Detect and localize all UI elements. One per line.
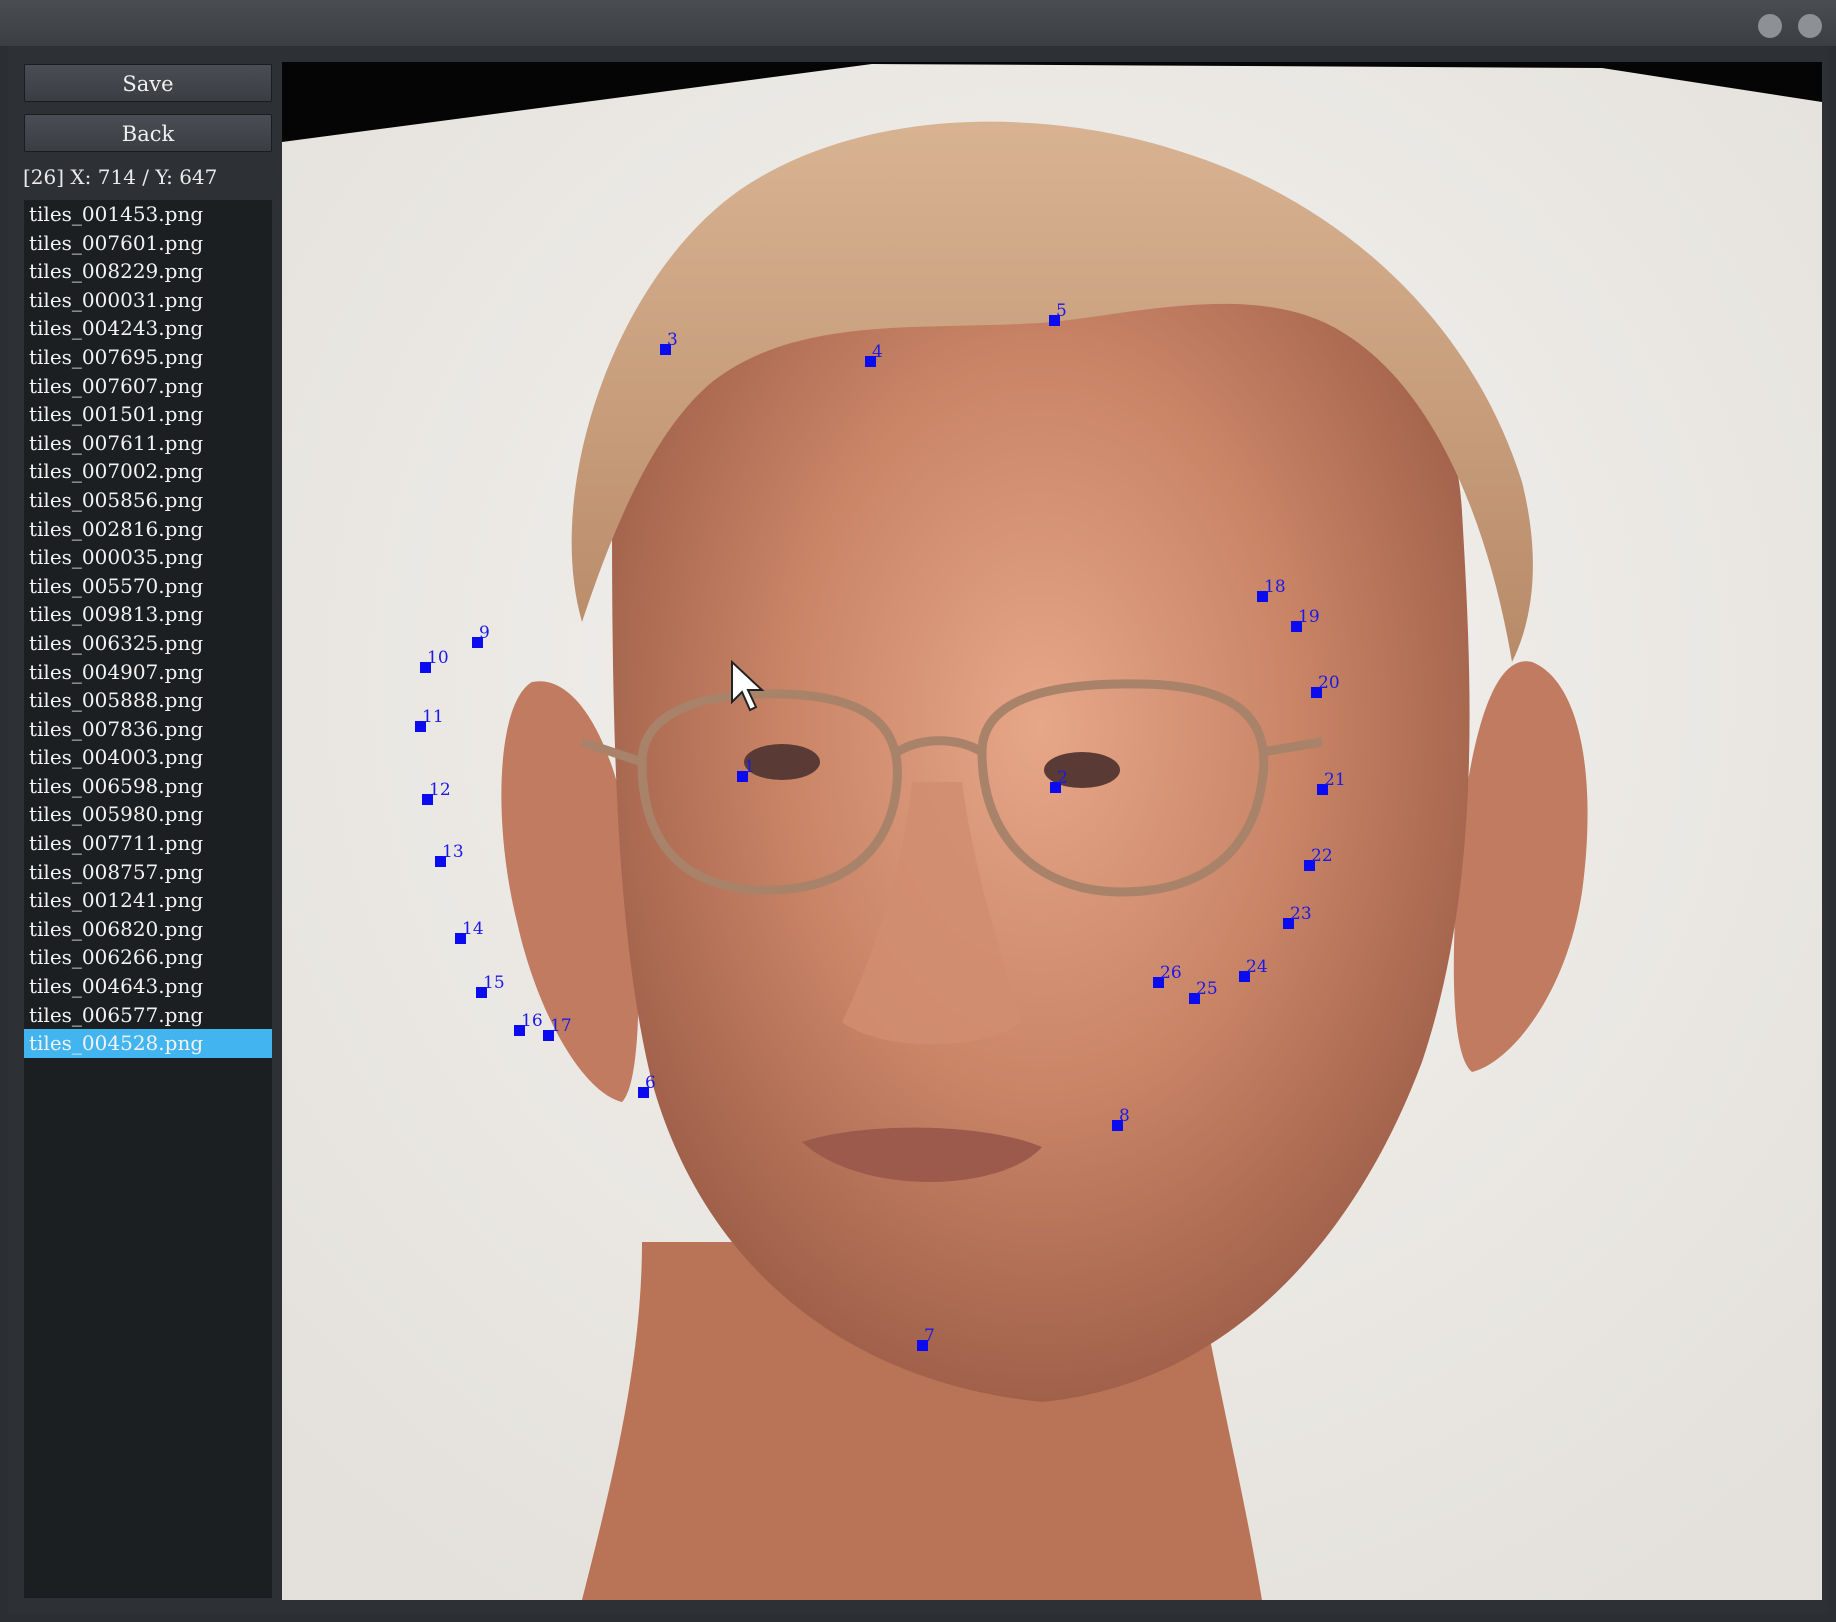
landmark-label: 15 xyxy=(483,973,505,993)
landmark-label: 10 xyxy=(427,648,449,668)
landmark-label: 20 xyxy=(1318,673,1340,693)
file-list-item[interactable]: tiles_009813.png xyxy=(24,600,272,629)
file-list-item[interactable]: tiles_000035.png xyxy=(24,543,272,572)
landmark-label: 11 xyxy=(422,707,444,727)
landmark-label: 13 xyxy=(442,842,464,862)
landmark-label: 3 xyxy=(667,330,678,350)
landmark-label: 19 xyxy=(1298,607,1320,627)
file-list-item[interactable]: tiles_005980.png xyxy=(24,800,272,829)
window-titlebar xyxy=(0,0,1836,46)
left-eye xyxy=(744,744,820,780)
file-list-item[interactable]: tiles_008757.png xyxy=(24,858,272,887)
file-list-item[interactable]: tiles_008229.png xyxy=(24,257,272,286)
file-list-item[interactable]: tiles_006598.png xyxy=(24,772,272,801)
landmark-label: 12 xyxy=(429,780,451,800)
landmark-label: 5 xyxy=(1056,301,1067,321)
file-list-item[interactable]: tiles_005888.png xyxy=(24,686,272,715)
file-list-item[interactable]: tiles_001501.png xyxy=(24,400,272,429)
file-list-item[interactable]: tiles_006266.png xyxy=(24,943,272,972)
landmark-label: 22 xyxy=(1311,846,1333,866)
file-list-item[interactable]: tiles_007607.png xyxy=(24,372,272,401)
landmark-label: 2 xyxy=(1057,768,1068,788)
landmark-label: 4 xyxy=(872,342,883,362)
file-list-item[interactable]: tiles_000031.png xyxy=(24,286,272,315)
file-list-item[interactable]: tiles_002816.png xyxy=(24,515,272,544)
save-button[interactable]: Save xyxy=(24,64,272,102)
image-viewer[interactable]: 1 2 3 4 5 6 7 8 9 10 11 12 13 14 15 16 17 18 19 20 21 22 23 24 2… xyxy=(282,62,1822,1600)
landmark-label: 18 xyxy=(1264,577,1286,597)
coordinate-readout: [26] X: 714 / Y: 647 xyxy=(23,165,218,189)
minimize-button[interactable] xyxy=(1758,14,1782,38)
landmark-label: 25 xyxy=(1196,979,1218,999)
landmark-label: 21 xyxy=(1324,770,1346,790)
landmark-label: 14 xyxy=(462,919,484,939)
landmark-label: 8 xyxy=(1119,1106,1130,1126)
file-list-item[interactable]: tiles_001453.png xyxy=(24,200,272,229)
file-list-item[interactable]: tiles_004528.png xyxy=(24,1029,272,1058)
file-list-item[interactable]: tiles_007601.png xyxy=(24,229,272,258)
landmark-label: 1 xyxy=(744,757,755,777)
file-list-item[interactable]: tiles_005570.png xyxy=(24,572,272,601)
file-list-item[interactable]: tiles_007836.png xyxy=(24,715,272,744)
landmark-label: 26 xyxy=(1160,963,1182,983)
landmark-label: 9 xyxy=(479,623,490,643)
close-button[interactable] xyxy=(1798,14,1822,38)
file-list-item[interactable]: tiles_004243.png xyxy=(24,314,272,343)
landmark-label: 16 xyxy=(521,1011,543,1031)
landmark-label: 6 xyxy=(645,1073,656,1093)
landmark-label: 24 xyxy=(1246,957,1268,977)
file-list-item[interactable]: tiles_006820.png xyxy=(24,915,272,944)
portrait-canvas[interactable]: 12345678910111213141516 17181920212223242… xyxy=(282,62,1822,1600)
landmark-label: 23 xyxy=(1290,904,1312,924)
file-list-item[interactable]: tiles_006577.png xyxy=(24,1001,272,1030)
file-list-item[interactable]: tiles_007711.png xyxy=(24,829,272,858)
file-list-item[interactable]: tiles_007695.png xyxy=(24,343,272,372)
file-list[interactable]: tiles_001453.png tiles_007601.png tiles_00… xyxy=(24,200,272,1598)
file-list-item[interactable]: tiles_001241.png xyxy=(24,886,272,915)
landmark-label: 17 xyxy=(550,1016,572,1036)
file-list-item[interactable]: tiles_006325.png xyxy=(24,629,272,658)
landmark-label: 7 xyxy=(924,1326,935,1346)
back-button[interactable]: Back xyxy=(24,114,272,152)
file-list-item[interactable]: tiles_005856.png xyxy=(24,486,272,515)
file-list-item[interactable]: tiles_004643.png xyxy=(24,972,272,1001)
file-list-item[interactable]: tiles_007002.png xyxy=(24,457,272,486)
file-list-item[interactable]: tiles_004907.png xyxy=(24,658,272,687)
file-list-item[interactable]: tiles_004003.png xyxy=(24,743,272,772)
file-list-item[interactable]: tiles_007611.png xyxy=(24,429,272,458)
